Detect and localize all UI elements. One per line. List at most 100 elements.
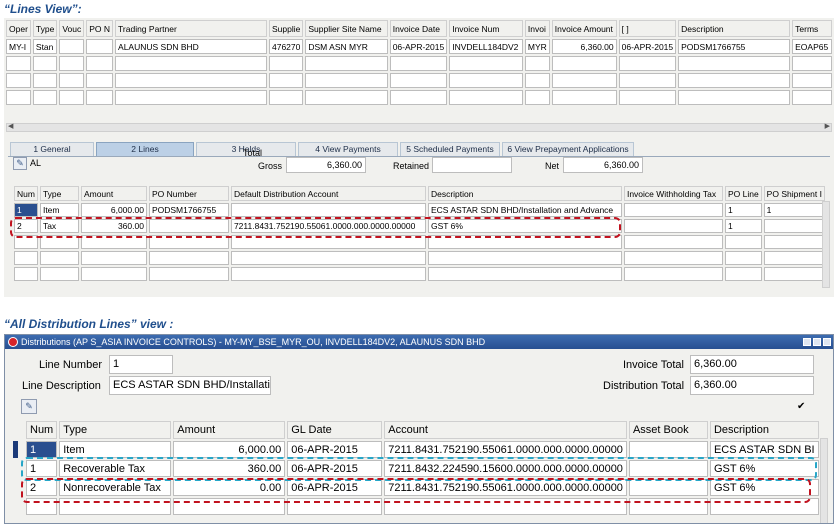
invoice-header-column-header[interactable]: Invoice Num <box>449 20 523 37</box>
distribution-cell[interactable] <box>384 498 627 515</box>
invoice-header-cell[interactable] <box>305 56 388 71</box>
invoice-header-cell[interactable] <box>792 90 832 105</box>
distribution-cell[interactable] <box>628 479 708 496</box>
distribution-cell[interactable]: 7211.8432.224590.15600.0000.000.0000.000… <box>384 460 627 477</box>
invoice-header-cell[interactable] <box>618 56 677 71</box>
invoice-header-column-header[interactable]: [ ] <box>618 20 677 37</box>
distribution-cell[interactable]: 06-APR-2015 <box>287 479 383 496</box>
invoice-header-cell[interactable]: 06-APR-2015 <box>618 39 677 54</box>
invoice-header-cell[interactable] <box>86 56 114 71</box>
invoice-header-row[interactable] <box>6 90 832 105</box>
invoice-header-cell[interactable]: 06-APR-2015 <box>389 39 448 54</box>
distribution-column-header[interactable]: Type <box>59 421 172 439</box>
gross-field[interactable]: 6,360.00 <box>286 157 366 173</box>
distribution-cell[interactable] <box>173 498 286 515</box>
invoice-header-cell[interactable]: EOAP65 <box>792 39 832 54</box>
tab-lines[interactable]: 2 Lines <box>96 142 194 157</box>
distribution-cell[interactable] <box>287 498 383 515</box>
invoice-line-column-header[interactable]: Num <box>14 186 38 201</box>
invoice-line-row[interactable]: 1 Item 6,000.00 PODSM1766755 ECS ASTAR SDN B… <box>14 203 825 217</box>
invoice-line-cell[interactable] <box>39 267 79 281</box>
invoice-line-cell[interactable]: 1 <box>763 203 825 217</box>
select-all-checkbox[interactable]: ✔ <box>797 401 805 412</box>
invoice-line-column-header[interactable]: Type <box>39 186 79 201</box>
invoice-header-cell[interactable] <box>618 73 677 88</box>
invoice-line-cell[interactable] <box>230 235 426 249</box>
invoice-header-cell[interactable] <box>449 56 523 71</box>
invoice-header-cell[interactable] <box>32 73 58 88</box>
al-toolbar-button[interactable]: ✎ <box>13 157 27 170</box>
invoice-line-column-header[interactable]: PO Shipment I <box>763 186 825 201</box>
invoice-line-column-header[interactable]: PO Line <box>724 186 762 201</box>
distribution-cell[interactable]: 7211.8431.752190.55061.0000.000.0000.000… <box>384 479 627 496</box>
invoice-header-cell[interactable] <box>678 73 791 88</box>
invoice-header-column-header[interactable]: Supplier Site Name <box>305 20 388 37</box>
invoice-line-cell[interactable]: 1 <box>14 203 38 217</box>
invoice-header-cell[interactable] <box>524 73 550 88</box>
distribution-column-header[interactable]: Description <box>709 421 819 439</box>
scroll-right-icon[interactable]: ▶ <box>825 122 830 130</box>
invoice-line-cell[interactable] <box>80 267 147 281</box>
distribution-cell[interactable]: Recoverable Tax <box>59 460 172 477</box>
distribution-cell[interactable]: ECS ASTAR SDN BI <box>709 441 819 458</box>
invoice-line-cell[interactable] <box>80 251 147 265</box>
invoice-header-column-header[interactable]: Type <box>32 20 58 37</box>
invoice-header-cell[interactable] <box>792 56 832 71</box>
invoice-line-cell[interactable]: 7211.8431.752190.55061.0000.000.0000.000… <box>230 219 426 233</box>
invoice-header-cell[interactable] <box>59 90 85 105</box>
invoice-header-column-header[interactable]: Invoice Date <box>389 20 448 37</box>
distribution-cell[interactable]: 1 <box>26 441 58 458</box>
distribution-cell[interactable]: 2 <box>26 479 58 496</box>
distribution-column-header[interactable]: Account <box>384 421 627 439</box>
invoice-line-cell[interactable]: 2 <box>14 219 38 233</box>
distribution-cell[interactable] <box>628 460 708 477</box>
invoice-header-cell[interactable] <box>86 73 114 88</box>
tab-general[interactable]: 1 General <box>10 142 94 157</box>
distribution-row[interactable]: 2 Nonrecoverable Tax 0.00 06-APR-2015 7211.8… <box>26 479 819 496</box>
tab-view-prepayment-applications[interactable]: 6 View Prepayment Applications <box>502 142 634 157</box>
invoice-header-column-header[interactable]: Invoi <box>524 20 550 37</box>
invoice-header-column-header[interactable]: Supplie <box>269 20 304 37</box>
invoice-line-cell[interactable]: 1 <box>724 219 762 233</box>
distribution-row[interactable]: 1 Recoverable Tax 360.00 06-APR-2015 7211.84… <box>26 460 819 477</box>
invoice-header-cell[interactable] <box>389 56 448 71</box>
invoice-line-cell[interactable] <box>80 235 147 249</box>
invoice-header-cell[interactable]: ALAUNUS SDN BHD <box>115 39 267 54</box>
invoice-header-cell[interactable] <box>524 90 550 105</box>
invoice-line-cell[interactable]: ECS ASTAR SDN BHD/Installation and Advan… <box>427 203 622 217</box>
invoice-line-column-header[interactable]: PO Number <box>148 186 229 201</box>
invoice-line-cell[interactable] <box>427 267 622 281</box>
invoice-line-cell[interactable] <box>623 203 723 217</box>
invoice-header-cell[interactable] <box>305 73 388 88</box>
invoice-header-cell[interactable] <box>449 90 523 105</box>
invoice-total-field[interactable]: 6,360.00 <box>690 355 814 374</box>
invoice-line-cell[interactable] <box>763 235 825 249</box>
invoice-line-cell[interactable]: PODSM1766755 <box>148 203 229 217</box>
invoice-header-cell[interactable] <box>32 56 58 71</box>
invoice-line-cell[interactable] <box>623 267 723 281</box>
scroll-left-icon[interactable]: ◀ <box>8 122 13 130</box>
distribution-cell[interactable]: 0.00 <box>173 479 286 496</box>
distribution-cell[interactable]: GST 6% <box>709 460 819 477</box>
invoice-line-column-header[interactable]: Default Distribution Account <box>230 186 426 201</box>
invoice-header-cell[interactable] <box>115 56 267 71</box>
invoice-header-column-header[interactable]: Description <box>678 20 791 37</box>
distribution-cell[interactable]: Item <box>59 441 172 458</box>
invoice-line-cell[interactable] <box>763 267 825 281</box>
invoice-header-cell[interactable]: PODSM1766755 <box>678 39 791 54</box>
invoice-line-column-header[interactable]: Invoice Withholding Tax <box>623 186 723 201</box>
invoice-line-cell[interactable]: Tax <box>39 219 79 233</box>
invoice-line-column-header[interactable]: Amount <box>80 186 147 201</box>
invoice-header-row[interactable]: MY-I Stan ALAUNUS SDN BHD 476270 DSM ASN MYR… <box>6 39 832 54</box>
invoice-header-cell[interactable]: Stan <box>32 39 58 54</box>
tab-scheduled-payments[interactable]: 5 Scheduled Payments <box>400 142 500 157</box>
distribution-cell[interactable]: 7211.8431.752190.55061.0000.000.0000.000… <box>384 441 627 458</box>
invoice-header-cell[interactable] <box>269 90 304 105</box>
distribution-cell[interactable]: 6,000.00 <box>173 441 286 458</box>
invoice-line-cell[interactable] <box>148 219 229 233</box>
distribution-row[interactable] <box>26 498 819 515</box>
line-number-field[interactable]: 1 <box>109 355 173 374</box>
horizontal-scrollbar[interactable]: ◀ ▶ <box>6 123 832 132</box>
invoice-header-cell[interactable]: MY-I <box>6 39 31 54</box>
invoice-line-cell[interactable] <box>148 267 229 281</box>
